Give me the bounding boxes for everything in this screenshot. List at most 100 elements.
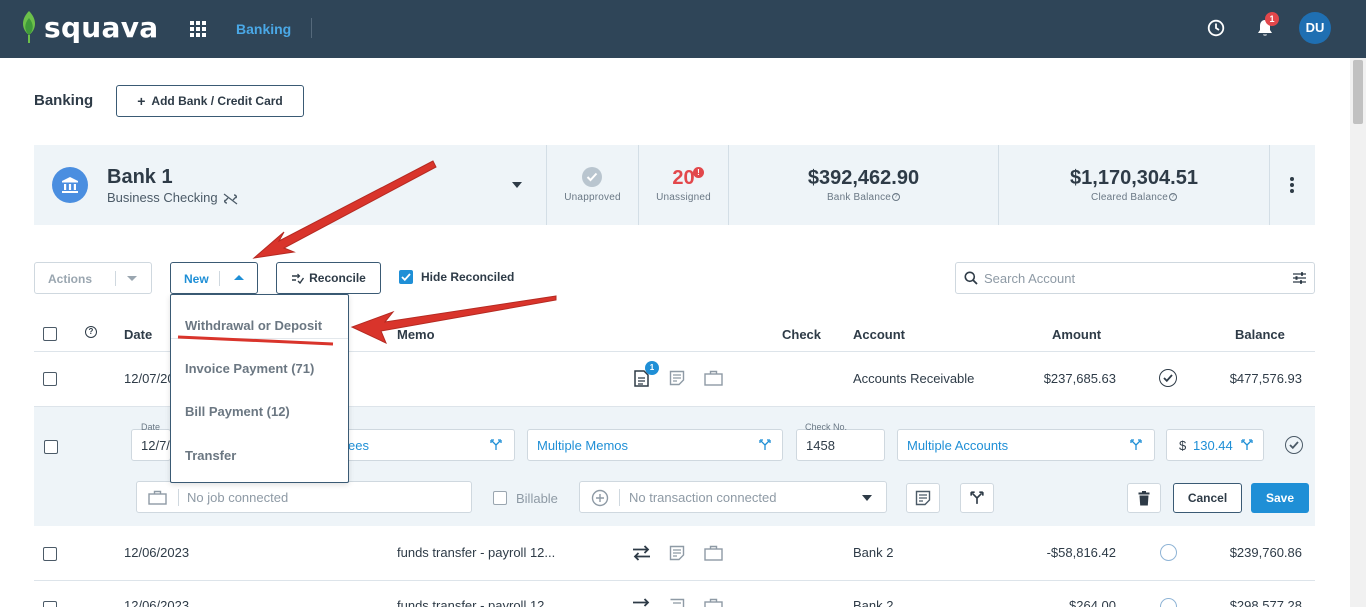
billable-label: Billable bbox=[516, 491, 558, 506]
job-field[interactable]: No job connected bbox=[136, 481, 472, 513]
attachment-count-badge: 1 bbox=[645, 361, 659, 375]
plus-icon: + bbox=[137, 93, 146, 109]
column-header-date[interactable]: Date bbox=[124, 327, 152, 342]
column-header-amount[interactable]: Amount bbox=[1052, 327, 1101, 342]
billable-checkbox[interactable] bbox=[493, 491, 507, 505]
unapproved-status-icon[interactable] bbox=[1160, 598, 1177, 607]
briefcase-icon[interactable] bbox=[704, 598, 723, 607]
job-placeholder: No job connected bbox=[187, 490, 289, 505]
date-field-label: Date bbox=[141, 422, 161, 432]
leaf-logo-icon bbox=[23, 11, 35, 43]
select-all-checkbox[interactable] bbox=[43, 327, 57, 341]
bank-name[interactable]: Bank 1 bbox=[107, 166, 173, 189]
column-header-check[interactable]: Check bbox=[782, 327, 821, 342]
row-checkbox[interactable] bbox=[43, 547, 57, 561]
memo-field[interactable]: Multiple Memos bbox=[527, 429, 783, 461]
cancel-button[interactable]: Cancel bbox=[1173, 483, 1242, 513]
nav-divider bbox=[311, 18, 312, 38]
help-icon[interactable]: ? bbox=[892, 193, 901, 202]
delete-button[interactable] bbox=[1127, 483, 1161, 513]
payee-field[interactable]: ees bbox=[330, 429, 515, 461]
amount-field[interactable]: $ 130.44 bbox=[1166, 429, 1264, 461]
bank-summary-card: Bank 1 Business Checking Unapproved 20 !… bbox=[34, 145, 1315, 225]
card-divider bbox=[1269, 145, 1270, 225]
briefcase-icon[interactable] bbox=[704, 545, 723, 561]
brand-name: squava bbox=[44, 10, 159, 44]
menu-item-invoice-payment[interactable]: Invoice Payment (71) bbox=[185, 361, 314, 376]
split-icon bbox=[970, 491, 984, 504]
new-transaction-menu: Withdrawal or Deposit Invoice Payment (7… bbox=[170, 294, 349, 483]
note-icon[interactable] bbox=[669, 370, 685, 386]
transaction-select[interactable]: No transaction connected bbox=[579, 481, 887, 513]
split-transaction-button[interactable] bbox=[960, 483, 994, 513]
unapproved-status-icon[interactable] bbox=[1160, 544, 1177, 561]
split-icon[interactable] bbox=[1130, 439, 1142, 451]
reconcile-button[interactable]: Reconcile bbox=[276, 262, 381, 294]
row-amount: $237,685.63 bbox=[1043, 371, 1116, 386]
transaction-placeholder: No transaction connected bbox=[629, 490, 777, 505]
amount-currency: $ bbox=[1179, 438, 1187, 453]
user-avatar[interactable]: DU bbox=[1299, 12, 1331, 44]
unassigned-alert-badge: ! bbox=[693, 167, 704, 178]
cleared-balance-value: $1,170,304.51 bbox=[1070, 167, 1198, 189]
scrollbar-thumb[interactable] bbox=[1353, 60, 1363, 124]
unassigned-count: 20 bbox=[672, 167, 695, 189]
note-button[interactable] bbox=[906, 483, 940, 513]
unlink-icon[interactable] bbox=[223, 193, 238, 205]
row-date: 12/06/2023 bbox=[124, 598, 190, 607]
note-icon[interactable] bbox=[669, 598, 685, 607]
note-icon bbox=[915, 490, 931, 506]
cleared-balance-stat: $1,170,304.51 Cleared Balance? bbox=[999, 145, 1269, 225]
transfer-arrows-icon[interactable] bbox=[632, 598, 651, 607]
edit-row-status-icon[interactable] bbox=[1285, 436, 1303, 454]
row-balance: $298,577.28 bbox=[1229, 598, 1302, 607]
hide-reconciled-checkbox[interactable] bbox=[399, 270, 413, 284]
check-number-field[interactable]: 1458 bbox=[796, 429, 885, 461]
more-options-icon[interactable] bbox=[1290, 177, 1294, 193]
split-icon[interactable] bbox=[490, 439, 502, 451]
note-icon[interactable] bbox=[669, 545, 685, 561]
menu-item-withdrawal-or-deposit[interactable]: Withdrawal or Deposit bbox=[185, 318, 322, 333]
payee-field-value: ees bbox=[348, 438, 369, 453]
unapproved-stat[interactable]: Unapproved bbox=[547, 145, 638, 225]
search-account-input[interactable] bbox=[984, 263, 1284, 293]
add-bank-credit-card-button[interactable]: + Add Bank / Credit Card bbox=[116, 85, 304, 117]
row-checkbox[interactable] bbox=[43, 601, 57, 607]
help-icon[interactable]: ? bbox=[1168, 193, 1177, 202]
briefcase-icon[interactable] bbox=[704, 370, 723, 386]
nav-item-banking[interactable]: Banking bbox=[236, 21, 291, 37]
search-icon bbox=[964, 271, 978, 285]
column-header-memo[interactable]: Memo bbox=[397, 327, 435, 342]
menu-item-bill-payment[interactable]: Bill Payment (12) bbox=[185, 404, 290, 419]
page-scrollbar[interactable] bbox=[1350, 58, 1366, 607]
transfer-arrows-icon[interactable] bbox=[632, 545, 651, 561]
help-icon[interactable]: ? bbox=[85, 326, 97, 338]
trash-icon bbox=[1138, 490, 1150, 505]
row-checkbox[interactable] bbox=[43, 372, 57, 386]
approved-status-icon[interactable] bbox=[1159, 369, 1177, 387]
reconcile-icon bbox=[292, 273, 305, 284]
hide-reconciled-toggle[interactable]: Hide Reconciled bbox=[399, 270, 514, 284]
new-dropdown-button[interactable]: New bbox=[170, 262, 258, 294]
column-header-account[interactable]: Account bbox=[853, 327, 905, 342]
cleared-balance-label: Cleared Balance bbox=[1091, 192, 1168, 203]
split-icon[interactable] bbox=[1241, 439, 1253, 451]
new-label: New bbox=[184, 272, 209, 286]
bank-selector-chevron-down-icon[interactable] bbox=[512, 182, 522, 188]
account-field[interactable]: Multiple Accounts bbox=[897, 429, 1155, 461]
chevron-down-icon bbox=[127, 276, 137, 281]
unassigned-stat[interactable]: 20 ! Unassigned bbox=[639, 145, 728, 225]
save-button[interactable]: Save bbox=[1251, 483, 1309, 513]
split-icon[interactable] bbox=[759, 439, 771, 451]
date-field[interactable]: 12/7/ bbox=[131, 429, 171, 461]
squava-logo[interactable]: squava bbox=[18, 10, 158, 44]
actions-dropdown-button[interactable]: Actions bbox=[34, 262, 152, 294]
menu-item-transfer[interactable]: Transfer bbox=[185, 448, 236, 463]
date-field-value: 12/7/ bbox=[141, 438, 170, 453]
edit-row-checkbox[interactable] bbox=[44, 440, 58, 454]
filter-sliders-icon[interactable] bbox=[1292, 271, 1307, 285]
apps-grid-icon[interactable] bbox=[190, 21, 206, 37]
reconcile-label: Reconcile bbox=[309, 271, 366, 285]
clock-icon[interactable] bbox=[1207, 19, 1225, 37]
column-header-balance[interactable]: Balance bbox=[1235, 327, 1285, 342]
